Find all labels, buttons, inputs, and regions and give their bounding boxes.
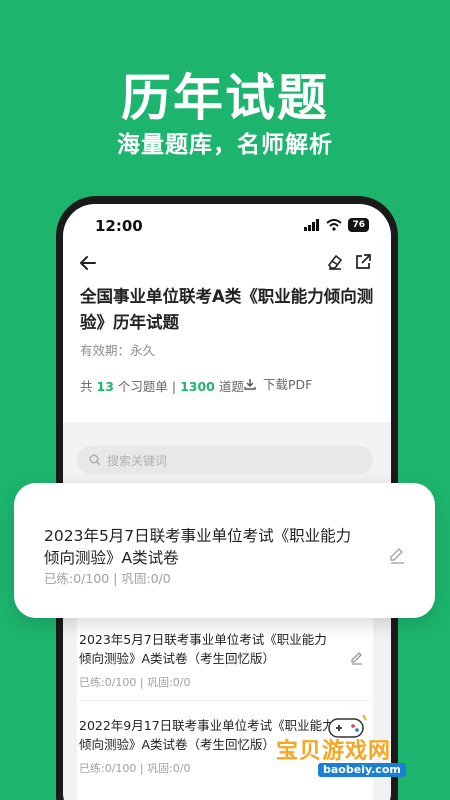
wifi-icon bbox=[326, 219, 343, 231]
download-icon bbox=[244, 378, 256, 390]
question-count: 1300 bbox=[180, 379, 215, 394]
doc-title: 全国事业单位联考A类《职业能力倾向测验》历年试题 bbox=[80, 287, 374, 332]
list-item-title: 2023年5月7日联考事业单位考试《职业能力倾向测验》A类试卷（考生回忆版） bbox=[79, 632, 327, 666]
divider bbox=[79, 700, 371, 701]
featured-meta: 已练:0/100 | 巩固:0/0 bbox=[44, 571, 171, 586]
stats-prefix: 共 bbox=[80, 379, 93, 394]
hero-title: 历年试题 bbox=[121, 69, 329, 127]
question-unit: 道题 bbox=[218, 379, 244, 394]
eraser-icon[interactable] bbox=[325, 252, 345, 272]
watermark-url: baobeiy.com bbox=[318, 763, 406, 777]
status-time: 12:00 bbox=[95, 217, 143, 235]
validity-label: 有效期：永久 bbox=[80, 343, 156, 358]
hero-subtitle: 海量题库，名师解析 bbox=[117, 132, 333, 158]
download-label: 下载PDF bbox=[263, 377, 313, 392]
set-unit: 个习题单 | bbox=[117, 379, 177, 394]
battery-icon: 76 bbox=[348, 218, 369, 232]
list-item-meta: 已练:0/100 | 巩固:0/0 bbox=[79, 762, 191, 775]
search-placeholder: 搜索关键词 bbox=[107, 453, 168, 468]
search-input[interactable]: 搜索关键词 bbox=[77, 446, 373, 474]
list-item-meta: 已练:0/100 | 巩固:0/0 bbox=[79, 676, 191, 689]
arrow-left-icon[interactable] bbox=[77, 252, 99, 274]
stats-summary: 共 13 个习题单 | 1300 道题 bbox=[80, 376, 244, 395]
signal-icon bbox=[304, 219, 320, 231]
featured-title: 2023年5月7日联考事业单位考试《职业能力倾向测验》A类试卷 bbox=[44, 527, 352, 567]
watermark-text: 宝贝游戏网 bbox=[276, 739, 392, 764]
edit-icon[interactable] bbox=[387, 544, 407, 564]
share-icon[interactable] bbox=[353, 252, 373, 272]
download-pdf-button[interactable]: 下载PDF bbox=[243, 374, 312, 393]
status-bar: 12:00 76 bbox=[63, 204, 391, 248]
edit-icon[interactable] bbox=[349, 649, 365, 665]
featured-exam-card[interactable]: 2023年5月7日联考事业单位考试《职业能力倾向测验》A类试卷 已练:0/100… bbox=[14, 483, 435, 618]
search-icon bbox=[89, 454, 101, 466]
set-count: 13 bbox=[96, 379, 114, 394]
